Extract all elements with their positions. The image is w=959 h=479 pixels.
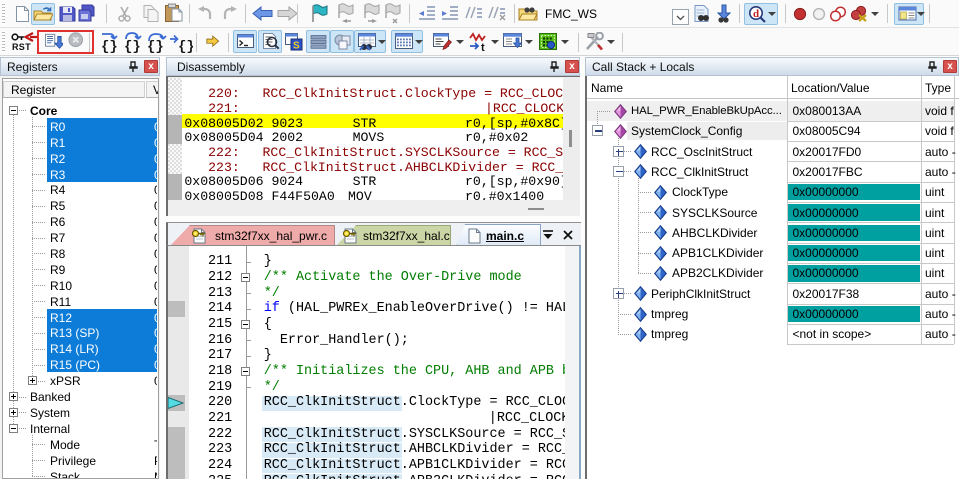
svg-text:{}: {}: [147, 39, 164, 53]
svg-text:S: S: [293, 41, 300, 52]
svg-text:d: d: [753, 8, 759, 20]
svg-text:{}: {}: [124, 39, 141, 53]
svg-text:{}: {}: [178, 39, 193, 53]
svg-text:t: t: [481, 42, 485, 52]
svg-text:{}: {}: [101, 39, 118, 53]
